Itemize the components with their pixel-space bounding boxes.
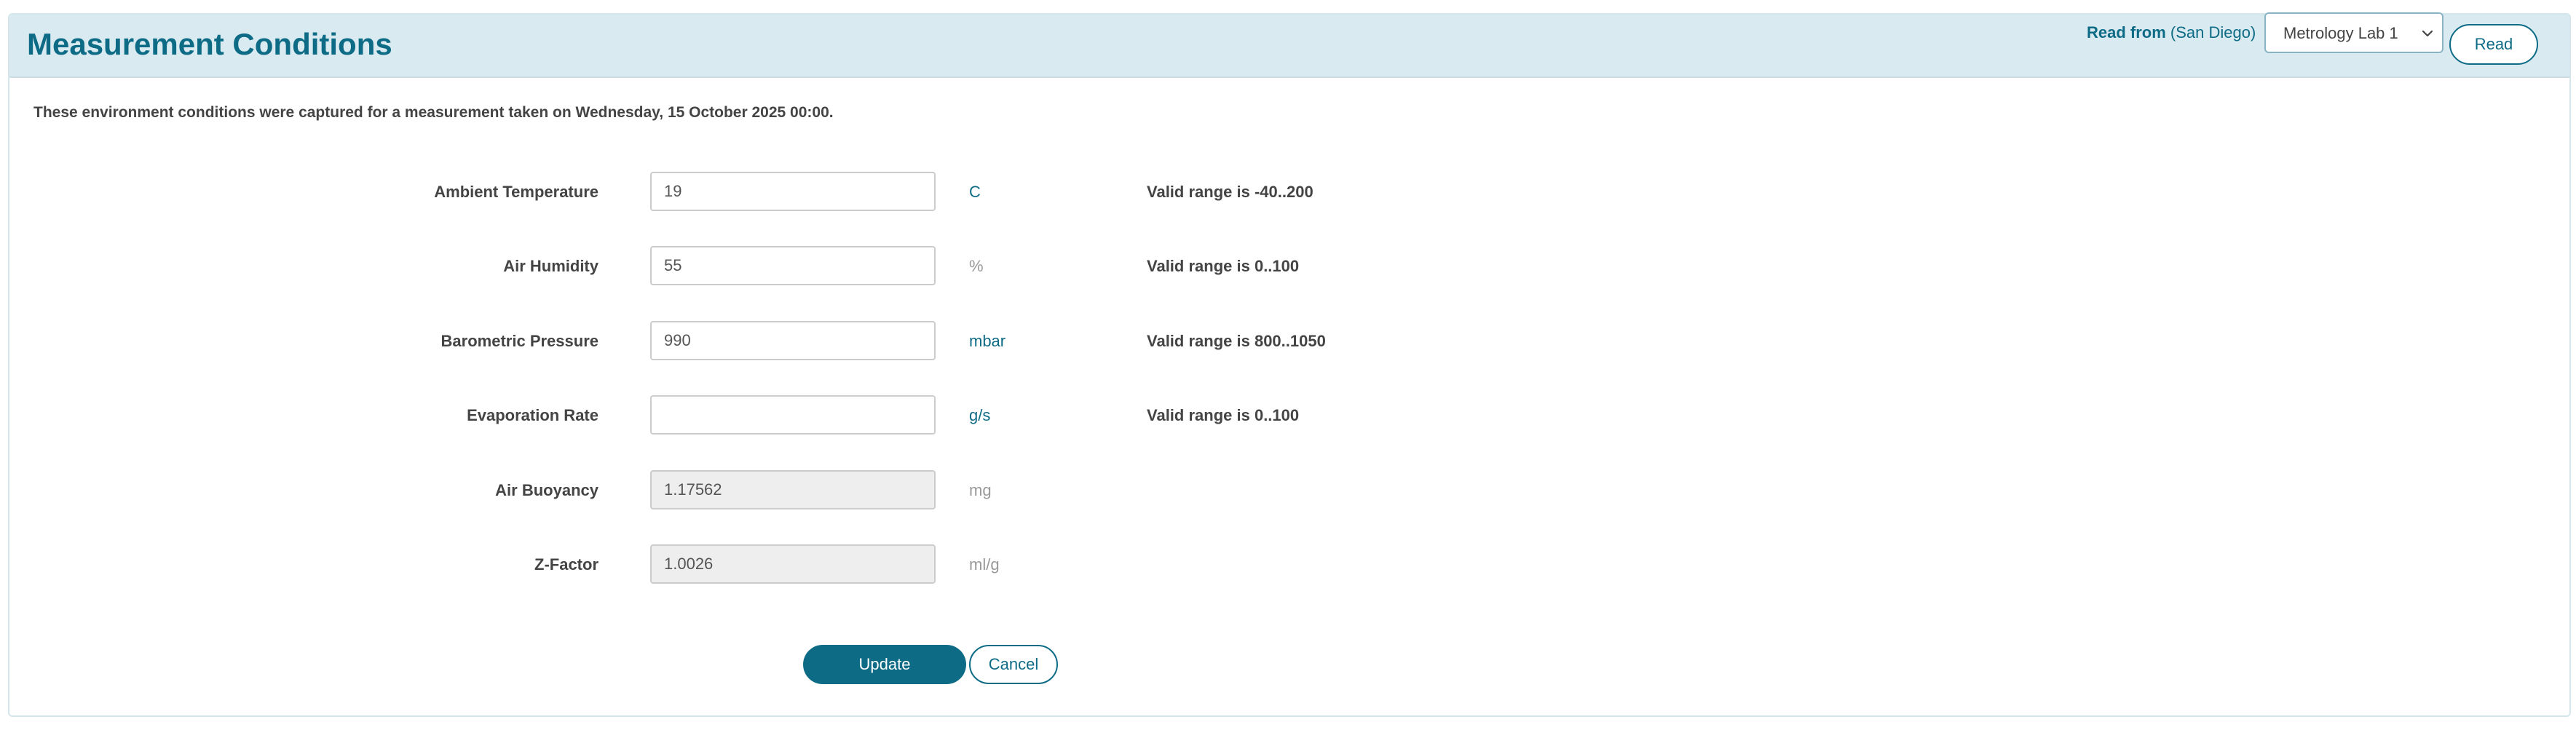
field-label: Barometric Pressure: [440, 332, 598, 350]
valid-range-text: Valid range is -40..200: [1147, 183, 1313, 201]
field-row-z-factor: Z-Factor ml/g: [9, 544, 1466, 585]
unit-text: ml/g: [969, 555, 1000, 574]
field-label: Air Buoyancy: [495, 481, 598, 499]
unit-link[interactable]: g/s: [969, 405, 990, 427]
cancel-button[interactable]: Cancel: [969, 645, 1058, 684]
read-from-location: (San Diego): [2170, 23, 2256, 41]
unit-text: mg: [969, 481, 992, 499]
air-humidity-input[interactable]: [650, 246, 936, 285]
field-row-barometric-pressure: Barometric Pressure mbar Valid range is …: [9, 321, 1466, 362]
chevron-down-icon: [2422, 30, 2433, 37]
measurement-conditions-panel: Measurement Conditions These environment…: [8, 13, 2571, 717]
field-row-ambient-temperature: Ambient Temperature C Valid range is -40…: [9, 172, 1466, 213]
valid-range-text: Valid range is 0..100: [1147, 406, 1300, 424]
field-row-evaporation-rate: Evaporation Rate g/s Valid range is 0..1…: [9, 395, 1466, 436]
barometric-pressure-input[interactable]: [650, 321, 936, 360]
unit-link[interactable]: C: [969, 181, 981, 203]
evaporation-rate-input[interactable]: [650, 395, 936, 435]
read-button[interactable]: Read: [2449, 24, 2538, 65]
device-select[interactable]: Metrology Lab 1: [2264, 12, 2443, 53]
field-row-air-buoyancy: Air Buoyancy mg: [9, 470, 1466, 511]
air-buoyancy-field: [650, 470, 936, 509]
field-label: Z-Factor: [534, 555, 598, 574]
unit-text: %: [969, 257, 984, 275]
field-row-air-humidity: Air Humidity % Valid range is 0..100: [9, 246, 1466, 287]
field-label: Evaporation Rate: [467, 406, 598, 424]
update-button[interactable]: Update: [803, 645, 966, 684]
page-title: Measurement Conditions: [27, 27, 392, 61]
read-from-text: Read from: [2087, 23, 2166, 41]
field-label: Air Humidity: [503, 257, 598, 275]
unit-link[interactable]: mbar: [969, 330, 1005, 352]
field-label: Ambient Temperature: [434, 183, 598, 201]
valid-range-text: Valid range is 0..100: [1147, 257, 1300, 275]
device-select-value: Metrology Lab 1: [2283, 24, 2398, 42]
read-from-label: Read from (San Diego): [2087, 22, 2256, 44]
intro-text: These environment conditions were captur…: [33, 104, 834, 121]
valid-range-text: Valid range is 800..1050: [1147, 332, 1326, 350]
ambient-temperature-input[interactable]: [650, 172, 936, 211]
z-factor-field: [650, 544, 936, 584]
